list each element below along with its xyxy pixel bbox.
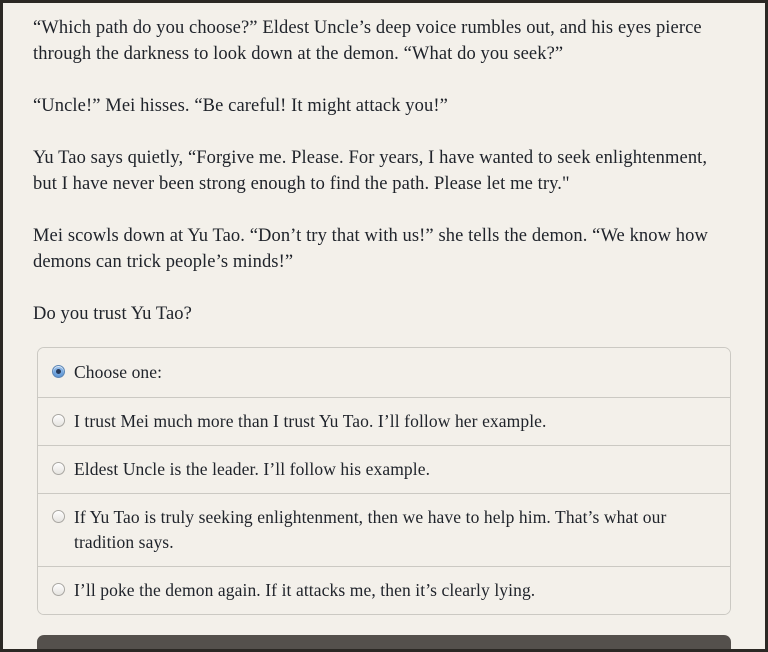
story-question: Do you trust Yu Tao?	[33, 304, 192, 324]
choice-row-option-1[interactable]: I trust Mei much more than I trust Yu Ta…	[38, 397, 730, 445]
choice-row-header[interactable]: Choose one:	[38, 348, 730, 397]
radio-icon-option-3[interactable]	[52, 510, 65, 523]
radio-icon-choose-one[interactable]	[52, 365, 65, 378]
story-paragraph-2: “Uncle!” Mei hisses. “Be careful! It mig…	[33, 96, 448, 116]
choices-panel: Choose one: I trust Mei much more than I…	[37, 347, 731, 615]
story-paragraph-1: “Which path do you choose?” Eldest Uncle…	[33, 18, 702, 64]
next-button[interactable]: Next	[37, 635, 731, 649]
choice-label-option-2: Eldest Uncle is the leader. I’ll follow …	[74, 459, 431, 479]
next-button-container: Next	[37, 635, 731, 649]
story-paragraph-4: Mei scowls down at Yu Tao. “Don’t try th…	[33, 226, 708, 272]
choice-row-option-2[interactable]: Eldest Uncle is the leader. I’ll follow …	[38, 445, 730, 493]
story-text-body: “Which path do you choose?” Eldest Uncle…	[3, 3, 765, 327]
radio-icon-option-1[interactable]	[52, 414, 65, 427]
choice-label-option-1: I trust Mei much more than I trust Yu Ta…	[74, 411, 547, 431]
choice-label-header: Choose one:	[74, 362, 163, 382]
story-page-frame: “Which path do you choose?” Eldest Uncle…	[0, 0, 768, 652]
choice-label-option-3: If Yu Tao is truly seeking enlightenment…	[74, 507, 667, 552]
radio-icon-option-2[interactable]	[52, 462, 65, 475]
choice-row-option-4[interactable]: I’ll poke the demon again. If it attacks…	[38, 566, 730, 614]
choice-label-option-4: I’ll poke the demon again. If it attacks…	[74, 580, 536, 600]
choice-row-option-3[interactable]: If Yu Tao is truly seeking enlightenment…	[38, 493, 730, 566]
story-paragraph-3: Yu Tao says quietly, “Forgive me. Please…	[33, 148, 708, 194]
radio-icon-option-4[interactable]	[52, 583, 65, 596]
